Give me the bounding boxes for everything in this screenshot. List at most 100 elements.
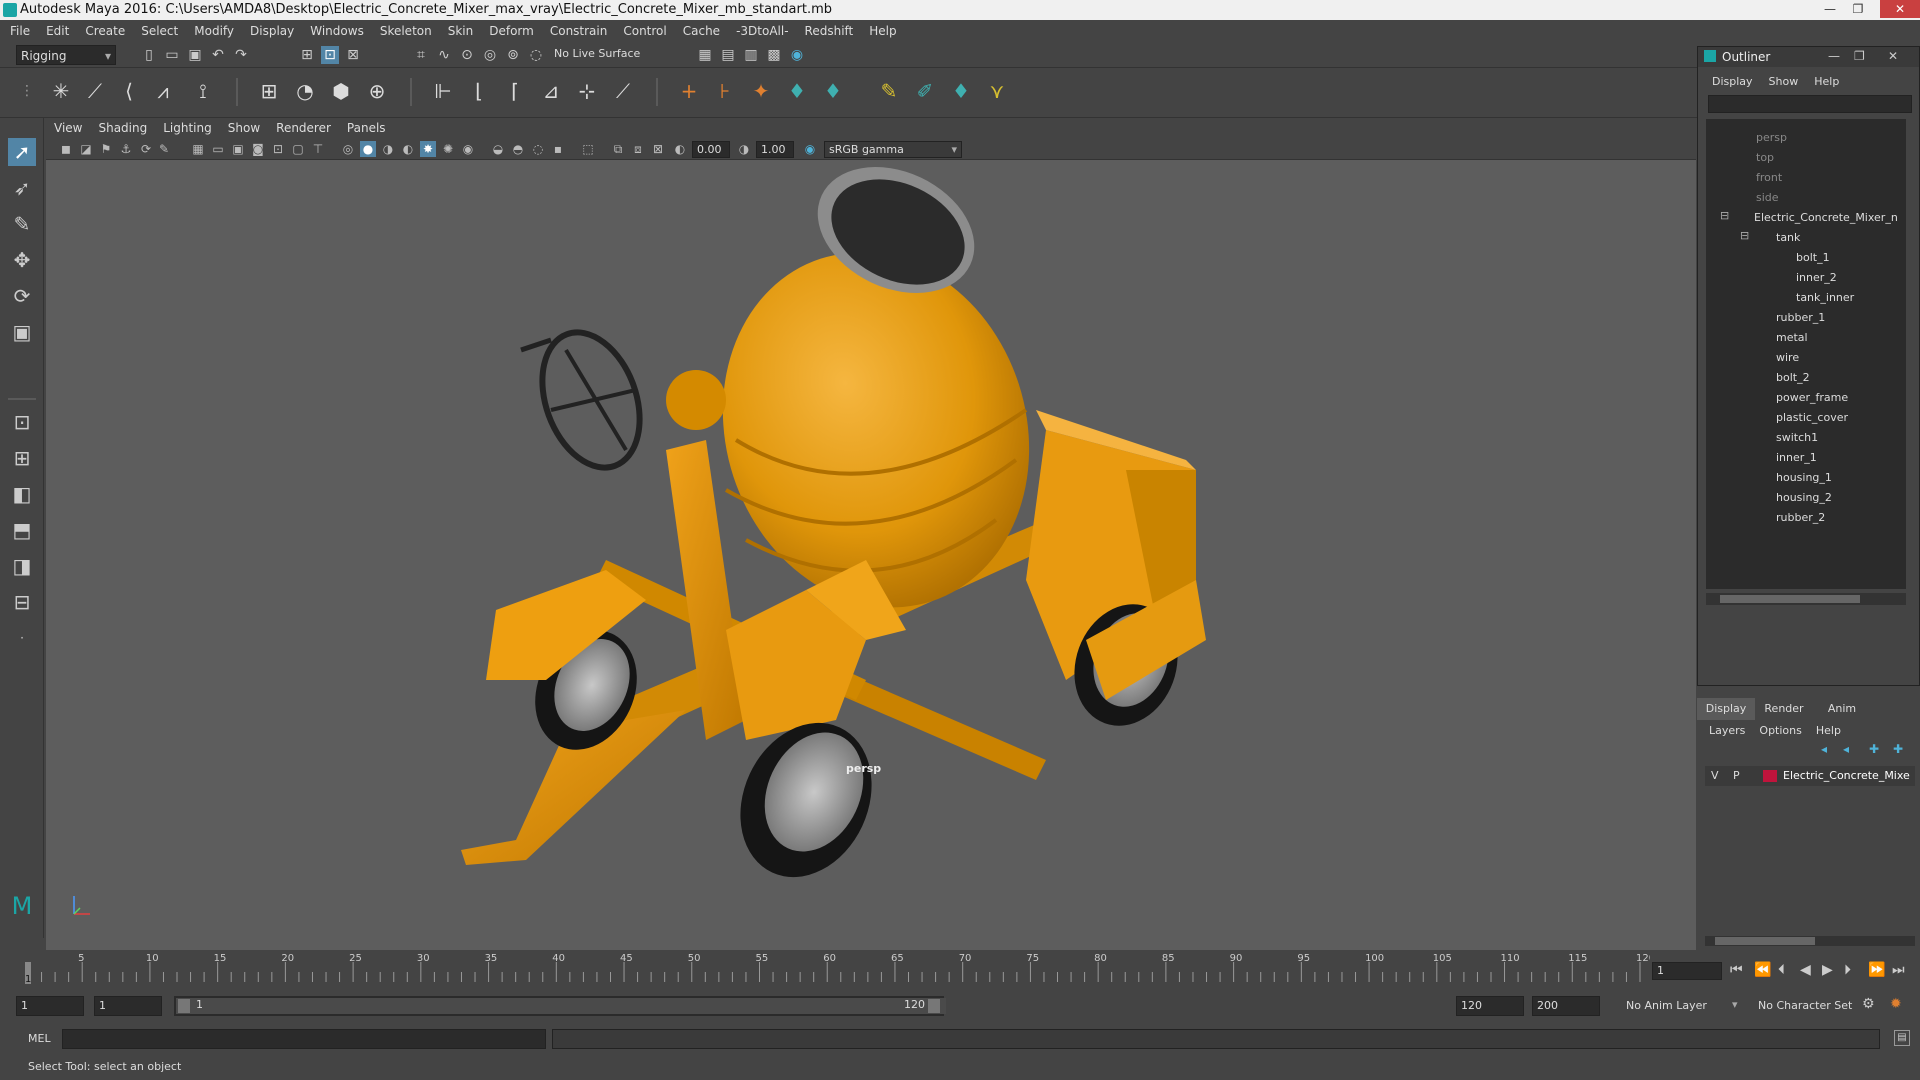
collapse-icon[interactable]: ⊟: [1720, 209, 1729, 222]
xray-joints-icon[interactable]: ⧉: [610, 141, 626, 157]
ik-spline-icon[interactable]: ⟨: [116, 78, 142, 104]
xray-icon[interactable]: ⬚: [580, 141, 596, 157]
menu-deform[interactable]: Deform: [489, 24, 534, 38]
snap-point-icon[interactable]: ⊙: [458, 46, 476, 64]
menu-constrain[interactable]: Constrain: [550, 24, 608, 38]
wireframe-icon[interactable]: ◎: [340, 141, 356, 157]
single-perspective-layout-icon[interactable]: ⊡: [8, 408, 36, 436]
exposure-field[interactable]: 0.00: [692, 141, 730, 158]
shadows-icon[interactable]: ✺: [440, 141, 456, 157]
snap-view-plane-icon[interactable]: ◎: [481, 46, 499, 64]
playback-end-field[interactable]: 120: [1456, 996, 1524, 1016]
rotate-tool-icon[interactable]: ⟳: [8, 282, 36, 310]
range-slider-track[interactable]: 1 120: [174, 996, 946, 1016]
menu-redshift[interactable]: Redshift: [805, 24, 854, 38]
move-layer-up-icon[interactable]: ◂: [1821, 742, 1827, 756]
tab-anim[interactable]: Anim: [1813, 698, 1871, 720]
snap-live-icon[interactable]: ⊚: [504, 46, 522, 64]
color-management-icon[interactable]: ◉: [802, 141, 818, 157]
image-plane-icon[interactable]: ⚓: [118, 141, 134, 157]
bind-skin-icon[interactable]: ⊞: [256, 78, 282, 104]
key-frame-icon[interactable]: ✦: [748, 78, 774, 104]
outliner-search-field[interactable]: [1708, 95, 1912, 113]
tree-item-wire[interactable]: wire: [1776, 351, 1799, 364]
safe-action-icon[interactable]: ▢: [290, 141, 306, 157]
collapse-icon[interactable]: ⊟: [1740, 229, 1749, 242]
xray-components-icon[interactable]: ⧈: [630, 141, 646, 157]
panel-menu-view[interactable]: View: [54, 121, 82, 135]
persp-outliner-layout-icon[interactable]: ◧: [8, 480, 36, 508]
menu-file[interactable]: File: [10, 24, 30, 38]
layer-menu-help[interactable]: Help: [1816, 724, 1841, 737]
bookmarks-icon[interactable]: ⚑: [98, 141, 114, 157]
tree-item-housing-1[interactable]: housing_1: [1776, 471, 1832, 484]
undo-icon[interactable]: ↶: [209, 46, 227, 64]
set-key-icon[interactable]: ⊦: [712, 78, 738, 104]
layer-menu-layers[interactable]: Layers: [1709, 724, 1745, 737]
range-start-handle[interactable]: [178, 999, 190, 1013]
outliner-menu-display[interactable]: Display: [1712, 75, 1753, 88]
tree-item-plastic-cover[interactable]: plastic_cover: [1776, 411, 1848, 424]
range-slider-bar[interactable]: 1 120: [176, 998, 946, 1014]
aim-constraint-icon[interactable]: ⊹: [574, 78, 600, 104]
render-settings-icon[interactable]: ▩: [765, 46, 783, 64]
hypershade-layout-icon[interactable]: ◨: [8, 552, 36, 580]
persp-graph-layout-icon[interactable]: ⬒: [8, 516, 36, 544]
use-all-lights-icon[interactable]: ✸: [420, 141, 436, 157]
paint-select-icon[interactable]: ✎: [8, 210, 36, 238]
color-space-dropdown[interactable]: sRGB gamma ▾: [824, 141, 962, 158]
parent-constraint-icon[interactable]: ⊩: [430, 78, 456, 104]
tree-item-tank-inner[interactable]: tank_inner: [1796, 291, 1854, 304]
two-d-pan-zoom-icon[interactable]: ⟳: [138, 141, 154, 157]
select-tool-icon[interactable]: ➚: [8, 138, 36, 166]
smooth-bind-icon[interactable]: ◔: [292, 78, 318, 104]
save-scene-icon[interactable]: ▣: [186, 46, 204, 64]
open-scene-icon[interactable]: ▭: [163, 46, 181, 64]
current-frame-field[interactable]: 1: [1652, 962, 1722, 980]
resolution-gate-icon[interactable]: ▣: [230, 141, 246, 157]
lasso-tool-icon[interactable]: ➶: [8, 174, 36, 202]
snap-grid-icon[interactable]: ⌗: [412, 46, 430, 64]
scene-start-field[interactable]: 1: [16, 996, 84, 1016]
command-input[interactable]: [62, 1029, 546, 1049]
go-to-end-icon[interactable]: ⏭: [1892, 962, 1905, 978]
menu-cache[interactable]: Cache: [683, 24, 720, 38]
smooth-shade-icon[interactable]: ●: [360, 141, 376, 157]
tree-item-inner-2[interactable]: inner_2: [1796, 271, 1837, 284]
select-object-icon[interactable]: ⊡: [321, 46, 339, 64]
paint-weights-icon[interactable]: ✎: [876, 78, 902, 104]
menu-create[interactable]: Create: [85, 24, 125, 38]
scene-end-field[interactable]: 200: [1532, 996, 1600, 1016]
safe-title-icon[interactable]: ⊤: [310, 141, 326, 157]
film-gate-icon[interactable]: ▭: [210, 141, 226, 157]
tree-item-rubber-1[interactable]: rubber_1: [1776, 311, 1825, 324]
new-scene-icon[interactable]: ▯: [140, 46, 158, 64]
field-chart-icon[interactable]: ⊡: [270, 141, 286, 157]
blendshape-icon[interactable]: ⋎: [984, 78, 1010, 104]
wireframe-on-shaded-icon[interactable]: ◑: [380, 141, 396, 157]
lattice-icon[interactable]: ⬢: [328, 78, 354, 104]
locator-icon[interactable]: +: [676, 78, 702, 104]
step-back-key-icon[interactable]: ⏪: [1754, 962, 1771, 978]
panel-menu-lighting[interactable]: Lighting: [163, 121, 212, 135]
tree-item-root[interactable]: Electric_Concrete_Mixer_n: [1754, 211, 1898, 224]
panel-menu-show[interactable]: Show: [228, 121, 260, 135]
panel-menu-panels[interactable]: Panels: [347, 121, 386, 135]
make-live-icon[interactable]: ◌: [527, 46, 545, 64]
hik-control-icon[interactable]: ♦: [820, 78, 846, 104]
play-forward-icon[interactable]: ▶: [1822, 962, 1833, 978]
animation-preferences-icon[interactable]: ✹: [1890, 996, 1902, 1012]
isolate-select-icon[interactable]: ▪: [550, 141, 566, 157]
gamma-icon[interactable]: ◑: [736, 141, 752, 157]
tree-item-switch1[interactable]: switch1: [1776, 431, 1818, 444]
outliner-h-scrollbar[interactable]: [1706, 593, 1906, 605]
point-constraint-icon[interactable]: ⌊: [466, 78, 492, 104]
menu-skeleton[interactable]: Skeleton: [380, 24, 432, 38]
layer-h-scrollbar[interactable]: [1705, 936, 1915, 946]
go-to-start-icon[interactable]: ⏮: [1730, 962, 1743, 978]
gate-mask-icon[interactable]: ◙: [250, 141, 266, 157]
step-forward-frame-icon[interactable]: ⏵: [1844, 962, 1851, 978]
layer-visibility-toggle[interactable]: V: [1711, 769, 1719, 782]
tree-item-inner-1[interactable]: inner_1: [1776, 451, 1817, 464]
four-view-layout-icon[interactable]: ⊞: [8, 444, 36, 472]
